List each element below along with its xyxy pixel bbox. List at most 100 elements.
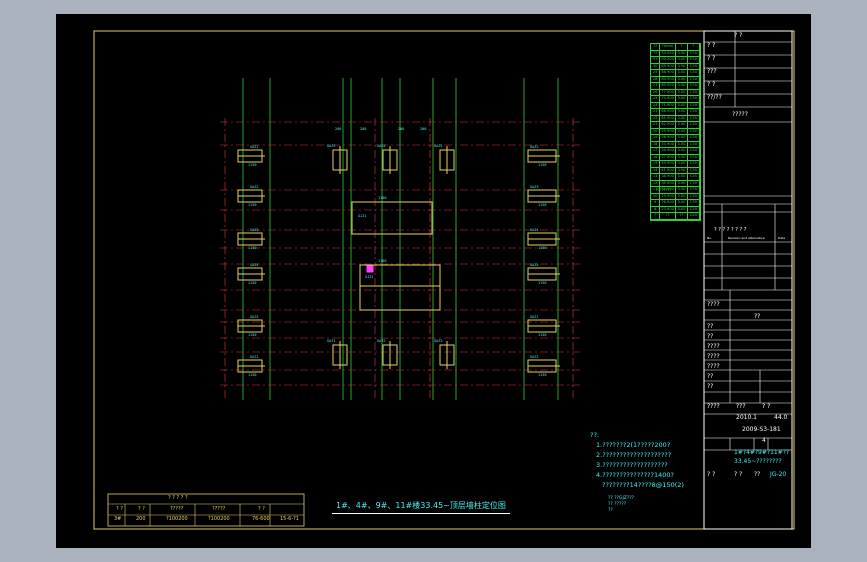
- tb-project-value: ??: [754, 313, 761, 320]
- table-row: ????? C40: [651, 213, 700, 220]
- table-cell: 77.900: [660, 89, 676, 95]
- bottom-col-2: ? ?: [138, 506, 145, 512]
- table-cell: 3.00: [676, 50, 688, 56]
- tb-sheet-no: 4: [762, 437, 766, 444]
- table-cell: C35: [688, 200, 700, 206]
- table-cell: 18: [651, 141, 661, 147]
- wall-label: GAZ2: [250, 185, 258, 189]
- table-cell: C30: [688, 141, 700, 147]
- tb-bottom-label-1: ? ?: [707, 471, 716, 478]
- wall-label: GAZ1: [250, 355, 258, 359]
- table-cell: 26: [651, 89, 661, 95]
- table-cell: 24: [651, 102, 661, 108]
- table-cell: 38.900: [660, 174, 676, 180]
- wall-label: GAZ2: [530, 145, 538, 149]
- floor-height-table-footer: ????????: [656, 188, 672, 192]
- table-cell: 16: [651, 154, 661, 160]
- dim-label: 1150: [248, 281, 256, 285]
- dim-label: 1150: [248, 246, 256, 250]
- table-cell: 3.00: [676, 200, 688, 206]
- note-5: ????????14????8@150(2): [602, 481, 684, 489]
- tb-role-2: ??: [707, 333, 714, 340]
- table-cell: 3.00: [676, 76, 688, 82]
- table-cell: 3.00: [676, 167, 688, 173]
- wall-label: GAZ3: [250, 228, 258, 232]
- table-cell: 23: [651, 109, 661, 115]
- table-cell: 3.00: [676, 206, 688, 212]
- tb-role-7: ??: [707, 383, 714, 390]
- wall-label: GAZ2: [377, 339, 385, 343]
- table-cell: ?: [688, 44, 700, 50]
- tb-role-5: ????: [707, 363, 720, 370]
- table-cell: C35: [688, 206, 700, 212]
- table-cell: 3.00: [676, 122, 688, 128]
- wall-label: GAZ3: [327, 144, 335, 148]
- table-cell: 23.900: [660, 206, 676, 212]
- table-cell: 15: [651, 161, 661, 167]
- table-cell: 3.00: [676, 96, 688, 102]
- tb-stage-label-2: ???: [736, 403, 746, 410]
- tb-approval-col-1: No.: [707, 236, 712, 240]
- table-cell: 3.00: [676, 115, 688, 121]
- table-cell: ?: [651, 213, 661, 219]
- table-cell: 3.00: [676, 180, 688, 186]
- table-cell: 3.00: [676, 193, 688, 199]
- note-1: 1.???????2(1?????200?: [596, 441, 671, 449]
- table-cell: C30: [688, 70, 700, 76]
- dim-label: 200: [420, 127, 426, 131]
- bottom-col-3: ?????: [170, 506, 184, 512]
- table-cell: 44.900: [660, 161, 676, 167]
- table-cell: 26.900: [660, 200, 676, 206]
- tb-approval-header: ? ? ? ? ? ? ? ?: [714, 227, 747, 233]
- bottom-table: ? ? ? ? ? ? ? ? ? ????? ????? ? ? 3# 200…: [108, 494, 304, 526]
- dim-label: 1700: [378, 196, 386, 200]
- dim-label: 1150: [538, 333, 546, 337]
- table-cell: 9: [651, 200, 661, 206]
- table-cell: ??: [676, 213, 688, 219]
- table-cell: C30: [688, 148, 700, 154]
- tb-role-3: ????: [707, 343, 720, 350]
- tb-stage-value-1: 2010.1: [736, 414, 757, 421]
- table-cell: 41.900: [660, 167, 676, 173]
- table-cell: 3.00: [676, 57, 688, 63]
- bottom-val-2: 200: [136, 516, 146, 522]
- table-cell: C30: [688, 109, 700, 115]
- tb-stage-label-3: ? ?: [762, 403, 771, 410]
- table-cell: 3.00: [676, 109, 688, 115]
- bottom-col-5: ? ?: [258, 506, 265, 512]
- wall-label: GAZ4: [377, 144, 385, 148]
- table-cell: 65.900: [660, 115, 676, 121]
- legend-block: ?? ??GJZ??? ?? ????? ??: [608, 496, 634, 514]
- table-cell: 3.00: [676, 89, 688, 95]
- wall-label: GAZ1: [250, 145, 258, 149]
- note-4: 4.???????????????1400?: [596, 471, 674, 479]
- notes-block: ??: 1.???????2(1?????200? 2.????????????…: [590, 430, 684, 490]
- bottom-val-1: 3#: [114, 516, 122, 522]
- tb-row-5: ??/??: [707, 94, 722, 101]
- tb-role-4: ????: [707, 353, 720, 360]
- table-cell: 28: [651, 76, 661, 82]
- note-2: 2.????????????????????: [596, 451, 672, 459]
- dim-label: 1700: [378, 259, 386, 263]
- wall-label: GAZ5: [434, 144, 442, 148]
- table-cell: ??: [660, 213, 676, 219]
- table-cell: 12: [651, 180, 661, 186]
- wall-label: GJZ1: [365, 275, 373, 279]
- table-cell: C30: [688, 122, 700, 128]
- table-cell: C30: [688, 154, 700, 160]
- table-cell: 89.900: [660, 63, 676, 69]
- table-cell: C35: [688, 187, 700, 193]
- table-cell: 56.900: [660, 135, 676, 141]
- dim-label: 1150: [538, 163, 546, 167]
- table-cell: 59.900: [660, 128, 676, 134]
- table-cell: C30: [688, 50, 700, 56]
- table-cell: C30: [688, 89, 700, 95]
- tb-approval-col-3: Date: [778, 236, 786, 240]
- tb-drawing-name-1: 1#?4#?9#?11#??: [734, 449, 790, 456]
- table-cell: 53.900: [660, 141, 676, 147]
- dim-label: 1150: [248, 203, 256, 207]
- table-cell: C30: [688, 135, 700, 141]
- tb-row-2: ? ?: [707, 55, 716, 62]
- table-cell: C30: [688, 76, 700, 82]
- table-cell: 3.00: [676, 102, 688, 108]
